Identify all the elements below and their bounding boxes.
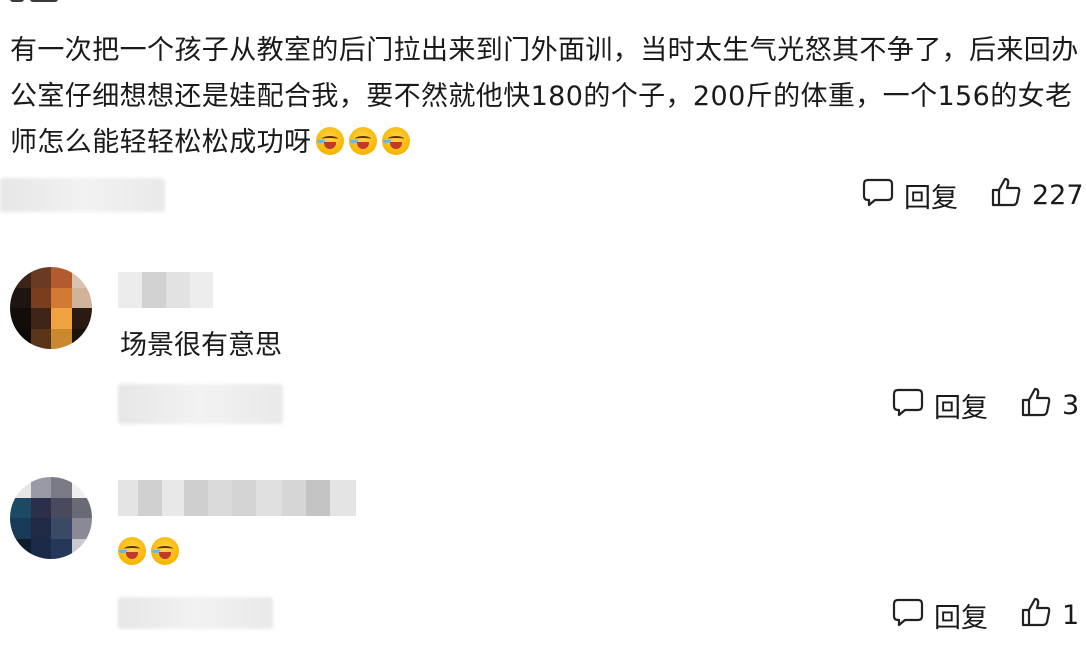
reply-actions: 回复 1 xyxy=(892,596,1079,635)
thumbs-up-icon[interactable] xyxy=(1020,386,1052,425)
avatar[interactable] xyxy=(10,477,92,559)
blurred-timestamp xyxy=(118,597,273,629)
comment-bubble-icon[interactable] xyxy=(892,387,924,424)
reply-button[interactable]: 回复 xyxy=(934,596,988,635)
laugh-cry-emoji xyxy=(382,127,411,155)
reply-button[interactable]: 回复 xyxy=(904,176,958,215)
main-comment-body: 有一次把一个孩子从教室的后门拉出来到门外面训，当时太生气光怒其不争了，后来回办公… xyxy=(10,35,1079,158)
laugh-cry-emoji xyxy=(118,537,146,565)
thumbs-up-icon[interactable] xyxy=(990,176,1022,215)
reply-comment-text: 场景很有意思 xyxy=(120,330,282,361)
blurred-timestamp xyxy=(0,178,165,212)
main-comment-text: 有一次把一个孩子从教室的后门拉出来到门外面训，当时太生气光怒其不争了，后来回办公… xyxy=(10,28,1082,166)
laugh-cry-emoji xyxy=(349,127,378,155)
reply-actions: 回复 3 xyxy=(892,386,1079,425)
like-count: 3 xyxy=(1062,390,1080,421)
blurred-timestamp xyxy=(118,384,283,424)
comment-bubble-icon[interactable] xyxy=(892,597,924,634)
laugh-cry-emoji xyxy=(151,537,179,565)
main-comment-actions: 回复 227 xyxy=(862,176,1084,215)
avatar[interactable] xyxy=(10,267,92,349)
like-count: 227 xyxy=(1032,180,1084,211)
cut-off-username xyxy=(10,0,70,6)
reply-comment-emojis xyxy=(118,535,179,571)
like-count: 1 xyxy=(1062,600,1080,631)
comment-bubble-icon[interactable] xyxy=(862,177,894,214)
laugh-cry-emoji xyxy=(316,127,345,155)
blurred-username[interactable] xyxy=(118,272,213,308)
reply-button[interactable]: 回复 xyxy=(934,386,988,425)
blurred-username[interactable] xyxy=(118,480,356,516)
thumbs-up-icon[interactable] xyxy=(1020,596,1052,635)
